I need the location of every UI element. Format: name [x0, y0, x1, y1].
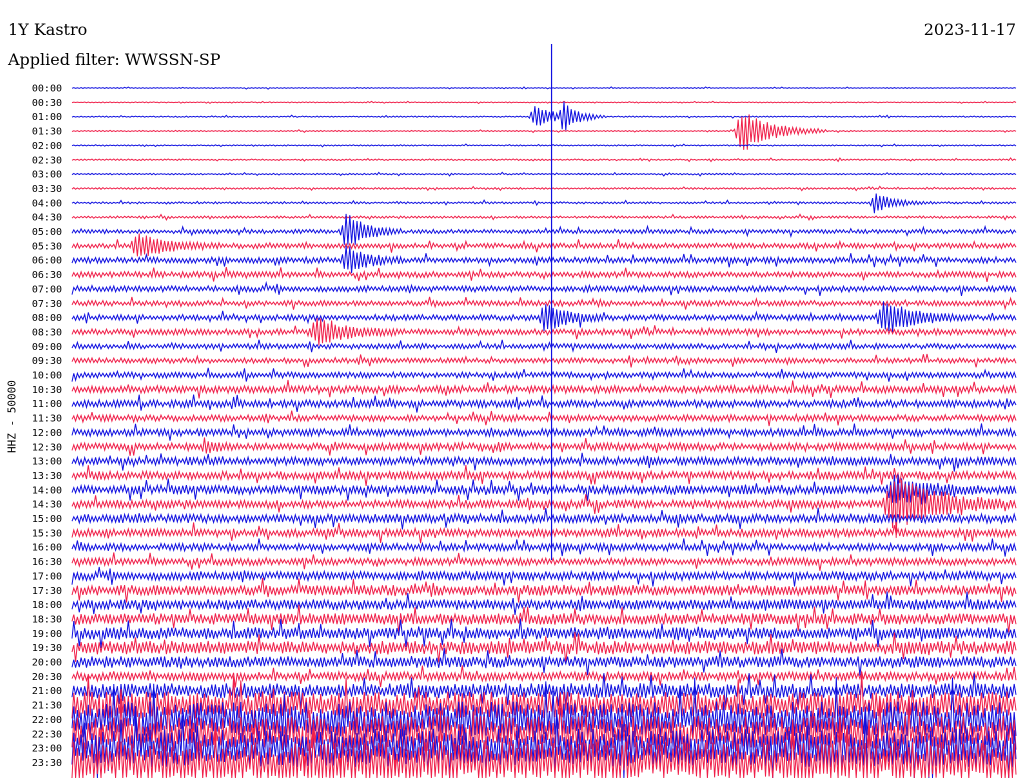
trace-row — [71, 452, 1017, 472]
row-time-label: 11:00 — [32, 399, 62, 410]
trace-row — [71, 233, 1017, 257]
row-time-label: 09:00 — [32, 342, 62, 353]
helicorder-plot: 00:00 00:30 01:00 01:30 02:00 02:30 03:00 03:30… — [32, 44, 1017, 779]
row-time-label: 18:30 — [32, 614, 62, 625]
row-time-label: 20:30 — [32, 672, 62, 683]
row-time-label: 21:30 — [32, 701, 62, 712]
trace-row — [71, 339, 1017, 354]
trace-row — [71, 648, 1017, 676]
time-labels: 00:00 00:30 01:00 01:30 02:00 02:30 03:00 03:30… — [32, 84, 62, 769]
row-time-label: 22:00 — [32, 715, 62, 726]
trace-row — [71, 213, 1017, 222]
trace-row — [71, 479, 1017, 538]
trace-row — [71, 245, 1017, 274]
trace-row — [71, 437, 1017, 456]
trace-row — [71, 577, 1017, 603]
row-time-label: 17:00 — [32, 571, 62, 582]
trace-row — [71, 185, 1017, 192]
row-time-label: 16:30 — [32, 557, 62, 568]
seismic-traces — [71, 44, 1017, 779]
trace-row — [71, 86, 1017, 90]
row-time-label: 14:30 — [32, 500, 62, 511]
row-time-label: 19:30 — [32, 643, 62, 654]
trace-row — [71, 353, 1017, 369]
trace-row — [71, 552, 1017, 571]
row-time-label: 04:00 — [32, 198, 62, 209]
trace-row — [71, 301, 1017, 333]
trace-row — [71, 507, 1017, 530]
trace-row — [71, 193, 1017, 214]
row-time-label: 10:30 — [32, 385, 62, 396]
trace-row — [71, 367, 1017, 383]
row-time-label: 13:30 — [32, 471, 62, 482]
trace-row — [71, 157, 1017, 163]
row-time-label: 23:00 — [32, 744, 62, 755]
trace-row — [71, 318, 1017, 346]
row-time-label: 10:00 — [32, 371, 62, 382]
trace-row — [71, 394, 1017, 413]
row-time-label: 22:30 — [32, 729, 62, 740]
row-time-label: 03:30 — [32, 184, 62, 195]
row-time-label: 01:30 — [32, 127, 62, 138]
row-time-label: 00:30 — [32, 98, 62, 109]
row-time-label: 14:00 — [32, 485, 62, 496]
row-time-label: 19:00 — [32, 629, 62, 640]
trace-row — [71, 280, 1017, 297]
row-time-label: 18:00 — [32, 600, 62, 611]
trace-row — [71, 522, 1017, 544]
row-time-label: 13:00 — [32, 457, 62, 468]
trace-row — [71, 423, 1017, 441]
row-time-label: 11:30 — [32, 414, 62, 425]
trace-row — [71, 465, 1017, 486]
row-time-label: 05:30 — [32, 241, 62, 252]
trace-row — [71, 101, 1017, 131]
trace-row — [71, 566, 1017, 587]
row-time-label: 05:00 — [32, 227, 62, 238]
row-time-label: 01:00 — [32, 112, 62, 123]
row-time-label: 02:30 — [32, 155, 62, 166]
row-time-label: 08:00 — [32, 313, 62, 324]
row-time-label: 07:30 — [32, 299, 62, 310]
trace-row — [71, 171, 1017, 177]
row-time-label: 12:00 — [32, 428, 62, 439]
row-time-label: 00:00 — [32, 84, 62, 95]
row-time-label: 04:30 — [32, 213, 62, 224]
row-time-label: 21:00 — [32, 686, 62, 697]
row-time-label: 17:30 — [32, 586, 62, 597]
row-time-label: 23:30 — [32, 758, 62, 769]
row-time-label: 16:00 — [32, 543, 62, 554]
trace-row — [71, 538, 1017, 557]
trace-row — [71, 266, 1017, 282]
trace-row — [71, 143, 1017, 148]
row-time-label: 09:30 — [32, 356, 62, 367]
row-time-label: 15:30 — [32, 528, 62, 539]
row-time-label: 02:00 — [32, 141, 62, 152]
row-time-label: 15:00 — [32, 514, 62, 525]
row-time-label: 06:30 — [32, 270, 62, 281]
row-time-label: 03:00 — [32, 170, 62, 181]
row-time-label: 06:00 — [32, 256, 62, 267]
trace-row — [71, 604, 1017, 634]
trace-row — [71, 410, 1017, 427]
trace-row — [71, 296, 1017, 311]
trace-row — [71, 379, 1017, 399]
row-time-label: 07:00 — [32, 284, 62, 295]
row-time-label: 20:00 — [32, 658, 62, 669]
trace-row — [71, 100, 1017, 105]
row-time-label: 08:30 — [32, 327, 62, 338]
row-time-label: 12:30 — [32, 442, 62, 453]
